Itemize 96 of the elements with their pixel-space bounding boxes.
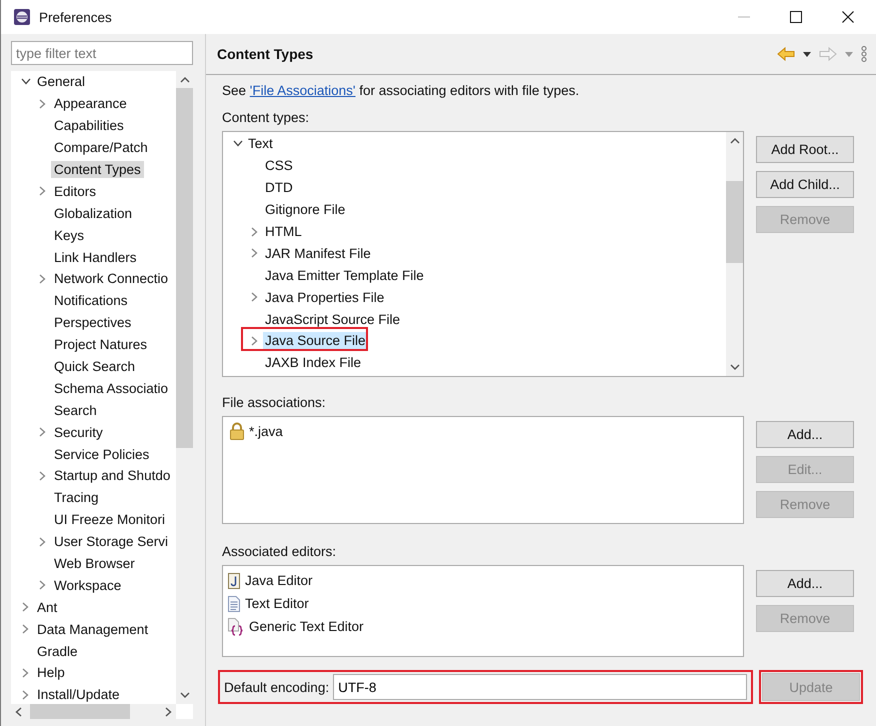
expand-icon[interactable] (251, 336, 258, 346)
action-button[interactable]: Add... (756, 421, 854, 448)
minimize-icon[interactable] (738, 16, 750, 18)
tree-item[interactable]: Security (51, 424, 106, 441)
content-type-item[interactable]: Java Emitter Template File (263, 266, 426, 284)
scroll-up-icon[interactable] (180, 76, 190, 83)
tree-item[interactable]: Network Connectio (51, 270, 172, 288)
scrollbar[interactable] (176, 71, 193, 704)
encoding-label: Default encoding: (224, 680, 330, 694)
expand-icon[interactable] (39, 98, 46, 109)
content-type-item[interactable]: Java Properties File (263, 288, 386, 306)
tree-item[interactable]: Link Handlers (51, 248, 140, 266)
tree-item[interactable]: General (34, 73, 88, 90)
filter-field[interactable]: type filter text (11, 41, 193, 65)
content-type-item[interactable]: DTD (263, 179, 295, 196)
expand-icon[interactable] (39, 536, 46, 547)
collapse-icon[interactable] (20, 78, 30, 86)
tree-item[interactable]: Content Types (51, 161, 144, 178)
tree-item[interactable]: Workspace (51, 576, 124, 594)
java-file-icon (227, 572, 241, 588)
expand-icon[interactable] (39, 580, 46, 590)
expand-icon[interactable] (251, 226, 258, 236)
tree-item[interactable]: Service Policies (51, 446, 152, 463)
tree-item[interactable]: Compare/Patch (51, 139, 151, 156)
content-type-item[interactable]: CSS (263, 157, 295, 174)
editor-item[interactable]: Java Editor (245, 573, 313, 588)
tree-item[interactable]: Capabilities (51, 117, 127, 134)
scroll-down-icon[interactable] (180, 692, 190, 699)
expand-icon[interactable] (251, 292, 258, 302)
scroll-down-icon[interactable] (730, 364, 740, 371)
tree-item[interactable]: Globalization (51, 204, 136, 222)
collapse-icon[interactable] (232, 140, 242, 148)
content-type-item[interactable]: JavaScript Source File (263, 310, 402, 328)
tree-item[interactable]: Startup and Shutdo (51, 467, 174, 484)
tree-item[interactable]: Appearance (51, 95, 130, 112)
expand-icon[interactable] (39, 427, 46, 438)
tree-item[interactable]: Tracing (51, 489, 102, 506)
scrollbar[interactable] (726, 132, 743, 376)
close-icon[interactable] (842, 11, 854, 23)
action-button[interactable]: Add Root... (756, 136, 854, 163)
braces-file-icon (227, 618, 245, 636)
tree-item[interactable]: Search (51, 402, 100, 419)
scroll-up-icon[interactable] (730, 137, 740, 144)
tree-item[interactable]: Project Natures (51, 336, 150, 354)
action-button[interactable]: Add Child... (756, 171, 854, 198)
scroll-right-icon[interactable] (165, 706, 172, 716)
tree-item[interactable]: Editors (51, 182, 100, 200)
expand-icon[interactable] (39, 274, 46, 284)
content-type-item[interactable]: JAR Manifest File (263, 244, 373, 262)
content-type-item[interactable]: Java Source File (263, 332, 368, 350)
editor-item[interactable]: Text Editor (245, 596, 309, 611)
section-label: Content types: (222, 110, 310, 125)
back-arrow-icon[interactable] (777, 47, 795, 61)
expand-icon[interactable] (22, 602, 29, 612)
tree-item[interactable]: Schema Associatio (51, 380, 172, 397)
app-icon (13, 8, 31, 26)
tree-item[interactable]: Notifications (51, 292, 131, 310)
page-title: Content Types (217, 46, 314, 62)
expand-icon[interactable] (39, 470, 46, 481)
expand-icon[interactable] (22, 624, 29, 634)
tree-item[interactable]: Install/Update (34, 686, 123, 704)
tree-item[interactable]: Data Management (34, 620, 152, 638)
action-button[interactable]: Add... (756, 570, 854, 597)
window-title: Preferences (39, 10, 112, 24)
dropdown-icon[interactable] (803, 52, 811, 56)
expand-icon[interactable] (22, 668, 29, 678)
tree-item[interactable]: Ant (34, 598, 60, 616)
tree-item[interactable]: Keys (51, 226, 88, 244)
tree-item[interactable]: Help (34, 664, 68, 682)
intro-text: See (222, 83, 246, 98)
tree-item[interactable]: Quick Search (51, 358, 138, 376)
tree-item[interactable]: UI Freeze Monitori (51, 511, 168, 528)
editor-item[interactable]: Generic Text Editor (249, 619, 364, 634)
section-label: File associations: (222, 395, 327, 410)
file-associations-link[interactable]: 'File Associations' (250, 83, 356, 98)
content-type-item[interactable]: HTML (263, 223, 304, 240)
content-type-item[interactable]: Gitignore File (263, 201, 348, 218)
section-label: Associated editors: (222, 544, 338, 559)
content-type-item[interactable]: JAXB Index File (263, 354, 364, 372)
more-icon[interactable] (861, 46, 867, 62)
tree-item[interactable]: Gradle (34, 642, 81, 660)
encoding-field[interactable]: UTF-8 (333, 674, 747, 700)
tree-item[interactable]: Perspectives (51, 314, 134, 332)
intro-text: for associating editors with file types. (359, 83, 580, 98)
file-association-item[interactable]: *.java (249, 424, 283, 438)
content-type-item[interactable]: Text (246, 135, 275, 152)
expand-icon[interactable] (39, 186, 46, 196)
tree-item[interactable]: User Storage Servi (51, 533, 172, 550)
expand-icon[interactable] (251, 248, 258, 258)
scrollbar[interactable] (11, 704, 176, 719)
expand-icon[interactable] (22, 690, 29, 700)
scroll-left-icon[interactable] (15, 706, 22, 716)
tree-item[interactable]: Web Browser (51, 555, 138, 572)
text-file-icon (227, 596, 241, 612)
lock-icon (229, 422, 245, 440)
maximize-icon[interactable] (790, 11, 802, 23)
